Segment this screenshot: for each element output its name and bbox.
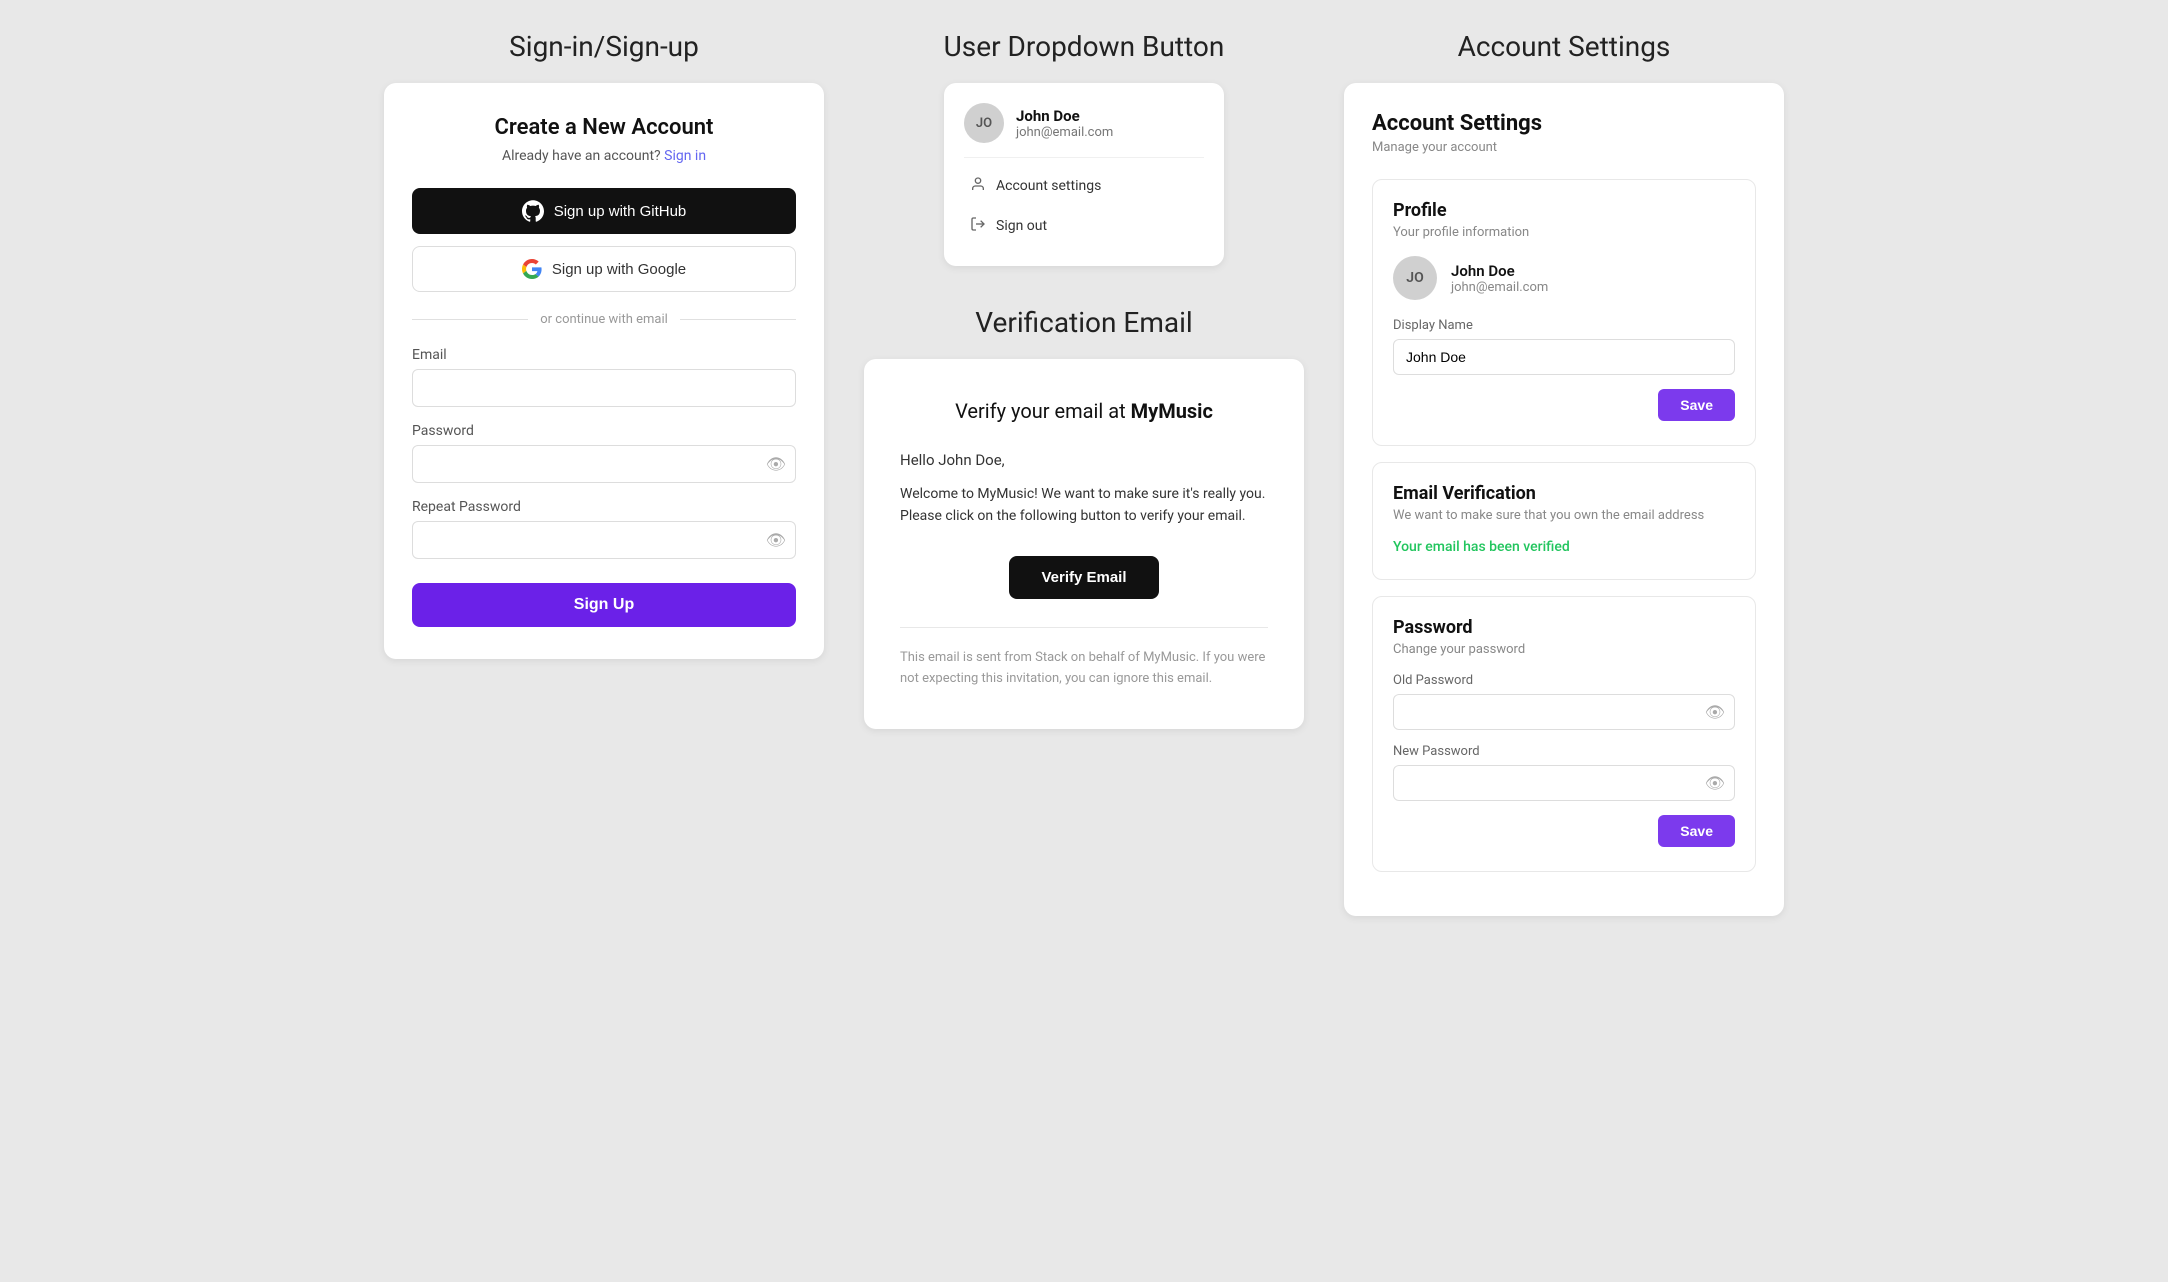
verify-email-button[interactable]: Verify Email — [1009, 556, 1158, 599]
already-text: Already have an account? Sign in — [412, 148, 796, 164]
divider: or continue with email — [412, 312, 796, 327]
account-settings-heading: Account Settings — [1372, 111, 1756, 136]
new-password-label: New Password — [1393, 744, 1735, 759]
email-input[interactable] — [412, 369, 796, 407]
repeat-password-eye-icon[interactable]: 👁 — [766, 531, 786, 550]
profile-save-button[interactable]: Save — [1658, 389, 1735, 421]
signup-heading: Create a New Account — [412, 115, 796, 140]
avatar: JO — [964, 103, 1004, 143]
dropdown-user-info: John Doe john@email.com — [1016, 107, 1113, 140]
old-password-input[interactable] — [1393, 694, 1735, 730]
profile-section-title: Profile — [1393, 200, 1735, 221]
account-settings-subtitle: Manage your account — [1372, 140, 1756, 155]
profile-section: Profile Your profile information JO John… — [1372, 179, 1756, 446]
dropdown-column-title: User Dropdown Button — [864, 30, 1304, 63]
new-password-eye-icon[interactable]: 👁 — [1705, 774, 1725, 793]
dropdown-user-name: John Doe — [1016, 107, 1113, 125]
signout-label: Sign out — [996, 218, 1047, 234]
signup-button[interactable]: Sign Up — [412, 583, 796, 627]
dropdown-signout[interactable]: Sign out — [964, 206, 1204, 246]
password-group: Password 👁 — [412, 423, 796, 483]
person-icon — [970, 176, 986, 196]
old-password-label: Old Password — [1393, 673, 1735, 688]
github-signup-button[interactable]: Sign up with GitHub — [412, 188, 796, 234]
verification-column-title: Verification Email — [864, 306, 1304, 339]
signup-card: Create a New Account Already have an acc… — [384, 83, 824, 659]
dropdown-account-settings[interactable]: Account settings — [964, 166, 1204, 206]
display-name-label: Display Name — [1393, 318, 1735, 333]
old-password-wrap: 👁 — [1393, 694, 1735, 730]
google-icon — [522, 259, 542, 279]
email-verification-desc: We want to make sure that you own the em… — [1393, 508, 1735, 523]
account-settings-card: Account Settings Manage your account Pro… — [1344, 83, 1784, 916]
email-group: Email — [412, 347, 796, 407]
dropdown-card: JO John Doe john@email.com Account setti… — [944, 83, 1224, 266]
repeat-password-input[interactable] — [412, 521, 796, 559]
email-body: Welcome to MyMusic! We want to make sure… — [900, 483, 1268, 528]
dropdown-user-email: john@email.com — [1016, 125, 1113, 140]
email-footer: This email is sent from Stack on behalf … — [900, 648, 1268, 690]
profile-avatar: JO — [1393, 256, 1437, 300]
old-password-eye-icon[interactable]: 👁 — [1705, 703, 1725, 722]
password-section: Password Change your password Old Passwo… — [1372, 596, 1756, 872]
sign-in-link[interactable]: Sign in — [664, 148, 706, 164]
dropdown-user-row: JO John Doe john@email.com — [964, 103, 1204, 158]
profile-row: JO John Doe john@email.com — [1393, 256, 1735, 300]
greeting-text: Hello John Doe, — [900, 451, 1268, 469]
verified-status: Your email has been verified — [1393, 539, 1735, 555]
profile-section-desc: Your profile information — [1393, 225, 1735, 240]
new-password-wrap: 👁 — [1393, 765, 1735, 801]
profile-user-info: John Doe john@email.com — [1451, 262, 1548, 295]
google-signup-button[interactable]: Sign up with Google — [412, 246, 796, 292]
display-name-input[interactable] — [1393, 339, 1735, 375]
repeat-password-label: Repeat Password — [412, 499, 796, 515]
email-verification-section: Email Verification We want to make sure … — [1372, 462, 1756, 580]
password-eye-icon[interactable]: 👁 — [766, 455, 786, 474]
email-divider — [900, 627, 1268, 628]
password-input[interactable] — [412, 445, 796, 483]
new-password-input[interactable] — [1393, 765, 1735, 801]
profile-save-row: Save — [1393, 389, 1735, 421]
account-column-title: Account Settings — [1344, 30, 1784, 63]
verify-title: Verify your email at MyMusic — [900, 399, 1268, 423]
profile-name: John Doe — [1451, 262, 1548, 280]
signout-icon — [970, 216, 986, 236]
verification-email-card: Verify your email at MyMusic Hello John … — [864, 359, 1304, 729]
account-settings-label: Account settings — [996, 178, 1101, 194]
signup-column-title: Sign-in/Sign-up — [384, 30, 824, 63]
repeat-password-group: Repeat Password 👁 — [412, 499, 796, 559]
email-verification-title: Email Verification — [1393, 483, 1735, 504]
password-save-button[interactable]: Save — [1658, 815, 1735, 847]
password-section-desc: Change your password — [1393, 642, 1735, 657]
password-save-row: Save — [1393, 815, 1735, 847]
password-section-title: Password — [1393, 617, 1735, 638]
email-label: Email — [412, 347, 796, 363]
password-label: Password — [412, 423, 796, 439]
github-icon — [522, 200, 544, 222]
profile-email: john@email.com — [1451, 280, 1548, 295]
